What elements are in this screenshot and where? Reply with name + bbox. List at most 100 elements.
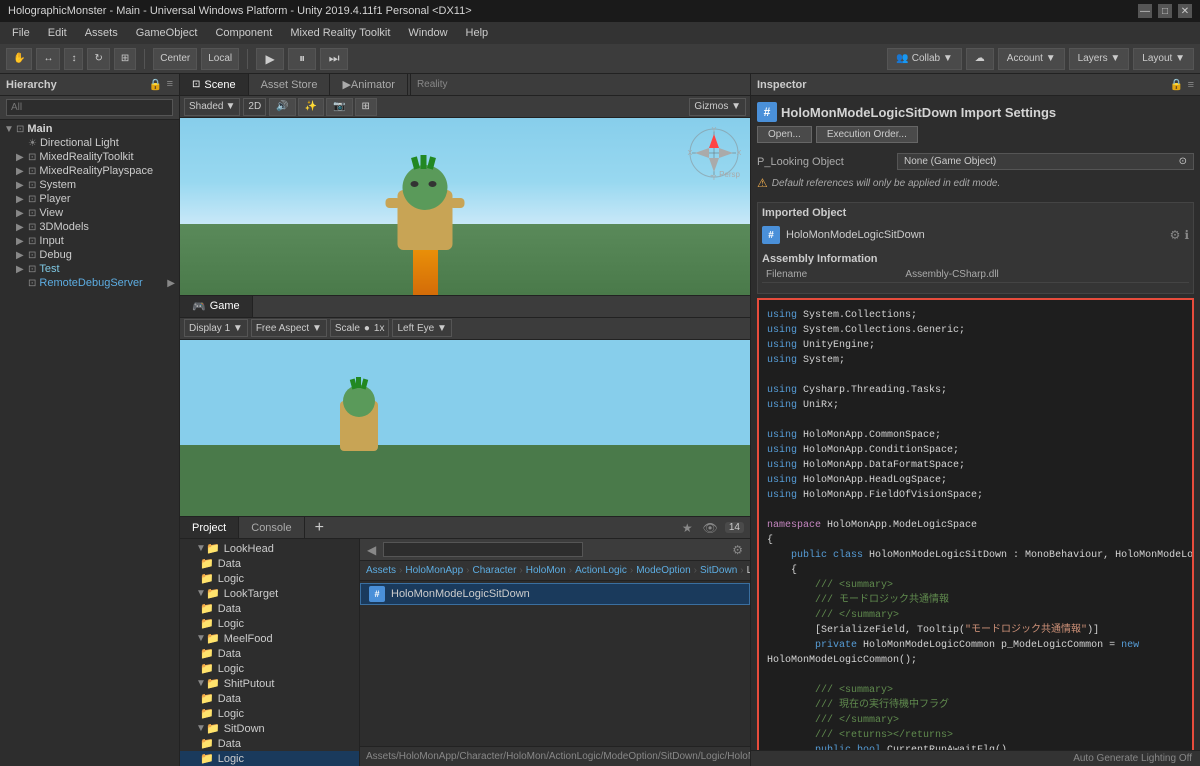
scale-control[interactable]: Scale ● 1x: [330, 319, 390, 337]
asset-item-script[interactable]: # HoloMonModeLogicSitDown: [360, 583, 750, 605]
hierarchy-item-mrps[interactable]: ▶ ⊡ MixedRealityPlayspace: [0, 164, 179, 178]
twod-button[interactable]: 2D: [243, 98, 266, 116]
eye-filter[interactable]: 👁: [700, 521, 721, 535]
effects-toggle[interactable]: ✨: [298, 98, 324, 116]
eye-dropdown[interactable]: Left Eye ▼: [392, 319, 451, 337]
local-button[interactable]: Local: [201, 48, 239, 70]
minimize-button[interactable]: —: [1138, 4, 1152, 18]
bc-holomon[interactable]: HoloMon: [526, 565, 566, 576]
hierarchy-item-main[interactable]: ▼ ⊡ Main: [0, 122, 179, 136]
transform-hand-button[interactable]: ✋: [6, 48, 32, 70]
collab-button[interactable]: 👥 Collab ▼: [887, 48, 961, 70]
menu-edit[interactable]: Edit: [40, 25, 75, 41]
hierarchy-menu-icon[interactable]: ≡: [167, 78, 173, 91]
maximize-button[interactable]: □: [1158, 4, 1172, 18]
proj-item-shitputout-data[interactable]: 📁 Data: [180, 691, 359, 706]
account-button[interactable]: Account ▼: [998, 48, 1065, 70]
proj-item-meelfood-data[interactable]: 📁 Data: [180, 646, 359, 661]
proj-item-sitdown[interactable]: ▼ 📁 SitDown: [180, 721, 359, 736]
hierarchy-item-debug[interactable]: ▶ ⊡ Debug: [0, 248, 179, 262]
menu-mrtk[interactable]: Mixed Reality Toolkit: [282, 25, 398, 41]
proj-item-meelfood-logic[interactable]: 📁 Logic: [180, 661, 359, 676]
bc-assets[interactable]: Assets: [366, 565, 396, 576]
inspector-menu-icon[interactable]: ≡: [1188, 79, 1194, 91]
hierarchy-item-remotedbg[interactable]: ⊡ RemoteDebugServer ▶: [0, 276, 179, 290]
menu-file[interactable]: File: [4, 25, 38, 41]
aspect-dropdown[interactable]: Free Aspect ▼: [251, 319, 327, 337]
asset-back-button[interactable]: ◀: [364, 543, 379, 557]
shaded-dropdown[interactable]: Shaded ▼: [184, 98, 240, 116]
bc-holoapp[interactable]: HoloMonApp: [405, 565, 463, 576]
window-controls[interactable]: — □ ✕: [1138, 4, 1192, 18]
proj-item-looktarget-data[interactable]: 📁 Data: [180, 601, 359, 616]
hierarchy-item-mrtk[interactable]: ▶ ⊡ MixedRealityToolkit: [0, 150, 179, 164]
hierarchy-lock-icon[interactable]: 🔒: [149, 78, 163, 91]
tab-asset-store[interactable]: Asset Store: [249, 74, 331, 95]
gear-icon-1[interactable]: ⚙: [1170, 228, 1181, 242]
proj-item-looktarget[interactable]: ▼ 📁 LookTarget: [180, 586, 359, 601]
hierarchy-item-system[interactable]: ▶ ⊡ System: [0, 178, 179, 192]
code-view[interactable]: using System.Collections; using System.C…: [757, 298, 1194, 750]
tab-scene[interactable]: ⊡ Scene: [180, 74, 249, 95]
proj-item-shitputout-logic[interactable]: 📁 Logic: [180, 706, 359, 721]
play-button[interactable]: ▶: [256, 48, 284, 70]
menu-assets[interactable]: Assets: [77, 25, 126, 41]
inspector-lock-icon[interactable]: 🔒: [1170, 78, 1184, 91]
proj-item-lookhead-data[interactable]: 📁 Data: [180, 556, 359, 571]
hierarchy-search-input[interactable]: [6, 99, 173, 116]
hierarchy-expand-arrow[interactable]: ▶: [167, 278, 175, 289]
transform-move-button[interactable]: ↔: [36, 48, 60, 70]
tab-project[interactable]: Project: [180, 517, 239, 538]
hierarchy-item-input[interactable]: ▶ ⊡ Input: [0, 234, 179, 248]
hierarchy-item-view[interactable]: ▶ ⊡ View: [0, 206, 179, 220]
audio-toggle[interactable]: 🔊: [269, 98, 295, 116]
display-dropdown[interactable]: Display 1 ▼: [184, 319, 248, 337]
proj-item-looktarget-logic[interactable]: 📁 Logic: [180, 616, 359, 631]
none-game-object-dropdown[interactable]: None (Game Object) ⊙: [897, 153, 1194, 170]
menu-window[interactable]: Window: [400, 25, 455, 41]
asset-search-input[interactable]: [383, 542, 583, 557]
transform-rotate-button[interactable]: ↕: [64, 48, 83, 70]
close-button[interactable]: ✕: [1178, 4, 1192, 18]
hierarchy-item-player[interactable]: ▶ ⊡ Player: [0, 192, 179, 206]
bc-character[interactable]: Character: [473, 565, 517, 576]
proj-item-meelfood[interactable]: ▼ 📁 MeelFood: [180, 631, 359, 646]
tab-console[interactable]: Console: [239, 517, 304, 538]
scene-camera-btn[interactable]: 📷: [326, 98, 352, 116]
info-icon-1[interactable]: ℹ: [1184, 228, 1189, 242]
cloud-button[interactable]: ☁: [966, 48, 994, 70]
proj-item-shitputout[interactable]: ▼ 📁 ShitPutout: [180, 676, 359, 691]
tab-game[interactable]: 🎮 Game: [180, 296, 253, 317]
center-button[interactable]: Center: [153, 48, 197, 70]
transform-scale-button[interactable]: ↻: [87, 48, 109, 70]
menu-help[interactable]: Help: [458, 25, 497, 41]
menu-gameobject[interactable]: GameObject: [128, 25, 206, 41]
add-button[interactable]: +: [311, 519, 328, 537]
layers-button[interactable]: Layers ▼: [1069, 48, 1130, 70]
bc-sitdown[interactable]: SitDown: [700, 565, 737, 576]
tab-animator[interactable]: ▶ Animator: [330, 74, 408, 95]
gizmos-dropdown[interactable]: Gizmos ▼: [689, 98, 746, 116]
hierarchy-item-3dmodels[interactable]: ▶ ⊡ 3DModels: [0, 220, 179, 234]
bc-actionlogic[interactable]: ActionLogic: [575, 565, 627, 576]
execution-order-button[interactable]: Execution Order...: [816, 126, 918, 143]
code-line-6: using Cysharp.Threading.Tasks;: [767, 383, 1184, 398]
star-filter[interactable]: ★: [679, 521, 696, 535]
proj-item-sitdown-logic[interactable]: 📁 Logic: [180, 751, 359, 766]
transform-rect-button[interactable]: ⊞: [114, 48, 136, 70]
bc-modeoption[interactable]: ModeOption: [636, 565, 690, 576]
reality-tab[interactable]: Reality: [410, 74, 454, 95]
hierarchy-item-test[interactable]: ▶ ⊡ Test: [0, 262, 179, 276]
pause-button[interactable]: ⏸: [288, 48, 316, 70]
step-button[interactable]: ⏭: [320, 48, 348, 70]
grid-btn[interactable]: ⊞: [355, 98, 377, 116]
hierarchy-item-directionallight[interactable]: ☀ Directional Light: [0, 136, 179, 150]
bc-sep-4: ›: [569, 565, 572, 576]
proj-item-lookhead[interactable]: ▼ 📁 LookHead: [180, 541, 359, 556]
proj-item-sitdown-data[interactable]: 📁 Data: [180, 736, 359, 751]
layout-button[interactable]: Layout ▼: [1133, 48, 1194, 70]
asset-filter-btn[interactable]: ⚙: [729, 543, 746, 557]
menu-component[interactable]: Component: [207, 25, 280, 41]
proj-item-lookhead-logic[interactable]: 📁 Logic: [180, 571, 359, 586]
open-button[interactable]: Open...: [757, 126, 812, 143]
